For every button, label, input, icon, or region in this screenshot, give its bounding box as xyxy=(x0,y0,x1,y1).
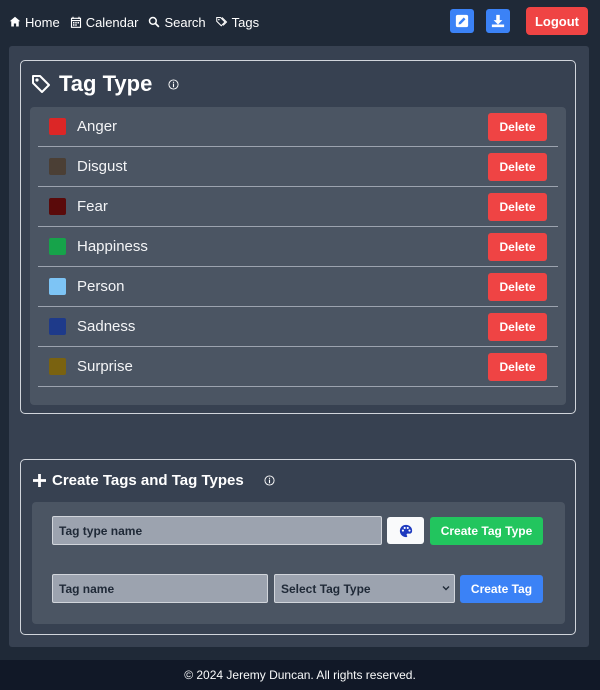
plus-icon xyxy=(33,474,46,487)
search-icon xyxy=(149,16,160,28)
tag-type-name-input[interactable]: Tag type name xyxy=(52,516,382,545)
nav-home-label: Home xyxy=(25,14,60,30)
nav-calendar-label: Calendar xyxy=(85,14,139,30)
select-tag-type-label: Select Tag Type xyxy=(281,581,371,596)
palette-icon xyxy=(399,524,412,537)
calendar-icon xyxy=(70,16,81,28)
tag-color-swatch xyxy=(49,238,66,255)
tag-row: Sadness Delete xyxy=(38,307,558,347)
tag-icon xyxy=(32,75,50,93)
tag-color-swatch xyxy=(49,278,66,295)
create-tags-title: Create Tags and Tag Types xyxy=(52,472,244,489)
info-icon[interactable] xyxy=(168,78,179,90)
tag-name: Disgust xyxy=(77,158,128,175)
delete-button[interactable]: Delete xyxy=(488,113,547,141)
nav-home[interactable]: Home xyxy=(9,15,60,30)
create-tag-button[interactable]: Create Tag xyxy=(460,575,543,603)
tag-color-swatch xyxy=(49,158,66,175)
tag-type-heading: Tag Type xyxy=(31,71,179,97)
tag-row: Person Delete xyxy=(38,267,558,307)
logout-button[interactable]: Logout xyxy=(526,7,588,35)
tags-icon xyxy=(215,16,227,27)
nav-search-label: Search xyxy=(164,14,206,30)
create-form: Tag type name Create Tag Type Tag name S… xyxy=(32,502,565,624)
select-tag-type[interactable]: Select Tag Type xyxy=(274,574,455,603)
home-icon xyxy=(9,16,21,27)
tag-name: Person xyxy=(77,278,125,295)
footer: © 2024 Jeremy Duncan. All rights reserve… xyxy=(0,660,600,690)
tag-name-input[interactable]: Tag name xyxy=(52,574,268,603)
tag-name: Anger xyxy=(77,118,118,135)
tag-color-swatch xyxy=(49,118,66,135)
tag-color-swatch xyxy=(49,198,66,215)
tag-row: Happiness Delete xyxy=(38,227,558,267)
delete-button[interactable]: Delete xyxy=(488,153,547,181)
tag-color-swatch xyxy=(49,318,66,335)
download-icon xyxy=(491,14,505,28)
delete-button[interactable]: Delete xyxy=(488,313,547,341)
info-icon[interactable] xyxy=(264,475,275,486)
tag-row: Anger Delete xyxy=(38,107,558,147)
tag-type-card: Tag Type Anger Delete Disgust Delete Fea… xyxy=(20,60,576,414)
nav-calendar[interactable]: Calendar xyxy=(70,14,139,30)
chevron-down-icon xyxy=(442,586,450,591)
footer-text: © 2024 Jeremy Duncan. All rights reserve… xyxy=(184,668,416,682)
tag-row: Surprise Delete xyxy=(38,347,558,387)
tag-color-swatch xyxy=(49,358,66,375)
nav-tags-label: Tags xyxy=(231,14,260,30)
create-tag-type-button[interactable]: Create Tag Type xyxy=(430,517,543,545)
color-picker-button[interactable] xyxy=(387,517,424,544)
navbar: Home Calendar Search Tags Logout xyxy=(0,0,600,44)
tag-name: Sadness xyxy=(77,318,136,335)
tag-type-list: Anger Delete Disgust Delete Fear Delete … xyxy=(30,107,566,405)
tag-row: Fear Delete xyxy=(38,187,558,227)
delete-button[interactable]: Delete xyxy=(488,273,547,301)
nav-search[interactable]: Search xyxy=(148,14,206,30)
tag-name: Happiness xyxy=(77,238,148,255)
delete-button[interactable]: Delete xyxy=(488,233,547,261)
delete-button[interactable]: Delete xyxy=(488,353,547,381)
edit-button[interactable] xyxy=(450,9,474,33)
tag-row: Disgust Delete xyxy=(38,147,558,187)
tag-name: Surprise xyxy=(77,358,133,375)
main-panel: Tag Type Anger Delete Disgust Delete Fea… xyxy=(9,46,589,647)
tag-type-title: Tag Type xyxy=(59,71,153,96)
nav-tags[interactable]: Tags xyxy=(215,14,260,30)
create-tags-heading: Create Tags and Tag Types xyxy=(33,472,275,489)
download-button[interactable] xyxy=(486,9,510,33)
create-tags-card: Create Tags and Tag Types Tag type name … xyxy=(20,459,576,635)
tag-name: Fear xyxy=(77,198,108,215)
delete-button[interactable]: Delete xyxy=(488,193,547,221)
edit-icon xyxy=(455,14,469,28)
